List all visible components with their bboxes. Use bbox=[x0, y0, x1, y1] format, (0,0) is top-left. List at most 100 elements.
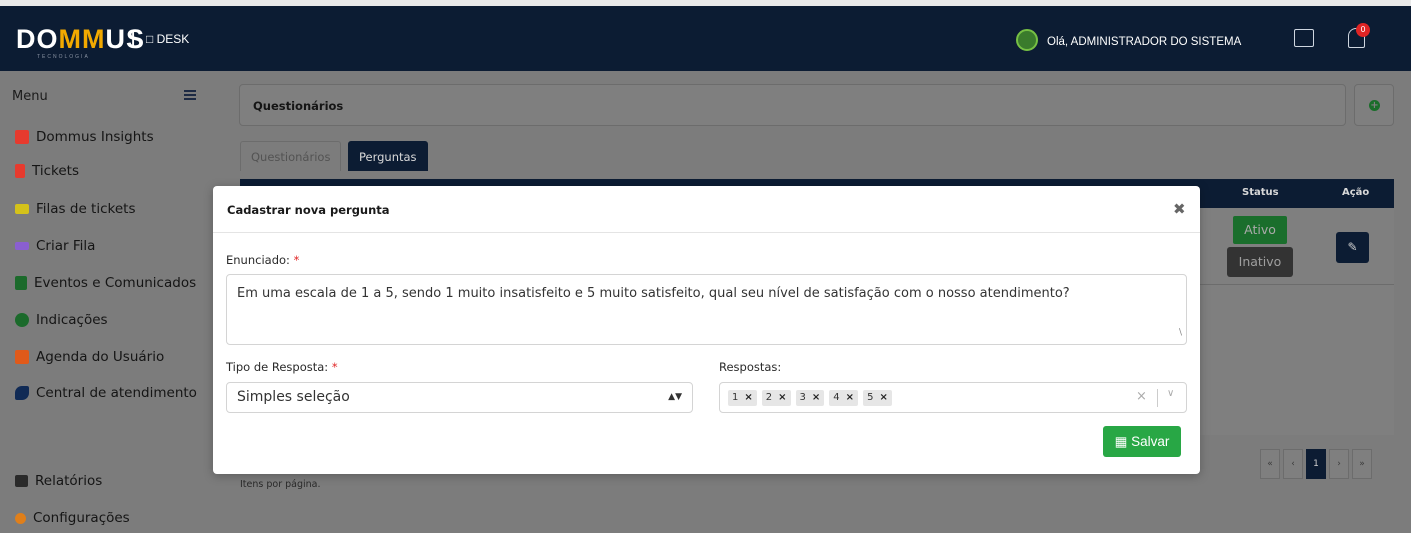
required-marker: * bbox=[293, 253, 300, 267]
sidebar-item-central-de-atendimento[interactable]: Central de atendimento bbox=[15, 385, 197, 401]
remove-icon[interactable]: × bbox=[744, 390, 752, 406]
grid-icon bbox=[15, 475, 28, 487]
close-icon[interactable]: ✖ bbox=[1173, 200, 1186, 218]
save-button-label: Salvar bbox=[1131, 434, 1170, 449]
clear-icon[interactable]: × bbox=[1136, 389, 1147, 404]
select-divider bbox=[1157, 389, 1158, 407]
save-icon: ▦ bbox=[1114, 434, 1128, 449]
brand-logo-subtitle: TECNOLOGIA bbox=[37, 54, 90, 60]
ticket-icon bbox=[15, 164, 25, 178]
user-greeting[interactable]: Olá, ADMINISTRADOR DO SISTEMA bbox=[1047, 36, 1241, 48]
sidebar-item-label: Dommus Insights bbox=[36, 129, 154, 145]
dashboard-icon bbox=[15, 130, 29, 144]
resize-handle-icon[interactable]: ∖ bbox=[1177, 324, 1183, 342]
sidebar-menu-title: Menu bbox=[12, 89, 48, 104]
user-plus-icon bbox=[15, 313, 29, 327]
statement-label: Enunciado: * bbox=[226, 253, 299, 267]
modal-header: Cadastrar nova pergunta ✖ bbox=[213, 186, 1200, 233]
sidebar-item-agenda-do-usuario[interactable]: Agenda do Usuário bbox=[15, 349, 164, 365]
app-name: □ DESK bbox=[146, 32, 190, 46]
page-header-card: Questionários bbox=[239, 84, 1346, 126]
remove-icon[interactable]: × bbox=[846, 390, 854, 406]
answers-multiselect[interactable]: 1 × 2 × 3 × 4 × 5 × × ∨ bbox=[719, 382, 1187, 413]
answer-chip: 3 × bbox=[795, 390, 825, 406]
pagination: « ‹ 1 › » bbox=[1260, 449, 1372, 479]
calendar-icon bbox=[15, 276, 27, 290]
sidebar-item-label: Agenda do Usuário bbox=[36, 349, 165, 365]
response-type-label: Tipo de Resposta: * bbox=[226, 360, 338, 374]
sort-arrows-icon: ▲▼ bbox=[668, 392, 682, 402]
sidebar-item-label: Central de atendimento bbox=[36, 385, 197, 401]
answer-chip-label: 5 bbox=[867, 392, 874, 403]
list-icon bbox=[15, 204, 29, 214]
tab-perguntas[interactable]: Perguntas bbox=[348, 141, 428, 171]
statement-value: Em uma escala de 1 a 5, sendo 1 muito in… bbox=[237, 286, 1070, 301]
response-type-select[interactable]: Simples seleção ▲▼ bbox=[226, 382, 693, 413]
calendar-icon[interactable] bbox=[1294, 29, 1314, 47]
agenda-icon bbox=[15, 350, 29, 364]
response-type-label-text: Tipo de Resposta: bbox=[226, 360, 329, 374]
phone-icon bbox=[15, 386, 29, 400]
notification-badge: 0 bbox=[1356, 23, 1370, 37]
sidebar-item-configuracoes[interactable]: Configurações bbox=[15, 510, 130, 526]
answer-chip: 2 × bbox=[761, 390, 791, 406]
sidebar-item-dommus-insights[interactable]: Dommus Insights bbox=[15, 129, 154, 145]
pagination-first[interactable]: « bbox=[1260, 449, 1280, 479]
sidebar-item-label: Eventos e Comunicados bbox=[34, 275, 197, 291]
sidebar-item-label: Configurações bbox=[33, 510, 130, 526]
pagination-next[interactable]: › bbox=[1329, 449, 1349, 479]
sidebar-item-label: Indicações bbox=[36, 312, 108, 328]
new-question-modal: Cadastrar nova pergunta ✖ Enunciado: * E… bbox=[213, 186, 1200, 474]
answers-label: Respostas: bbox=[719, 360, 782, 374]
pagination-page[interactable]: 1 bbox=[1306, 449, 1326, 479]
items-per-page-label: Itens por página. bbox=[240, 479, 321, 490]
page-title: Questionários bbox=[253, 99, 344, 113]
response-type-value: Simples seleção bbox=[237, 389, 350, 405]
pencil-icon: ✎ bbox=[1347, 240, 1358, 254]
chevron-down-icon[interactable]: ∨ bbox=[1167, 388, 1174, 399]
remove-icon[interactable]: × bbox=[879, 390, 887, 406]
statement-textarea[interactable]: Em uma escala de 1 a 5, sendo 1 muito in… bbox=[226, 274, 1187, 345]
add-button[interactable]: + bbox=[1354, 84, 1394, 126]
column-header-status: Status bbox=[1242, 187, 1279, 198]
top-bar: DOMMUS TECNOLOGIA | □ DESK Olá, ADMINIST… bbox=[0, 0, 1411, 71]
sidebar-item-label: Tickets bbox=[32, 163, 79, 179]
gear-icon bbox=[15, 512, 26, 524]
sidebar-item-relatorios[interactable]: Relatórios bbox=[15, 473, 102, 489]
brand-logo[interactable]: DOMMUS bbox=[16, 24, 145, 55]
status-inactive-button[interactable]: Inativo bbox=[1227, 247, 1293, 277]
hamburger-icon[interactable] bbox=[184, 90, 196, 92]
save-button[interactable]: ▦ Salvar bbox=[1103, 426, 1181, 457]
sidebar-item-eventos-e-comunicados[interactable]: Eventos e Comunicados bbox=[15, 275, 196, 291]
answer-chip-label: 1 bbox=[732, 392, 739, 403]
add-list-icon bbox=[15, 242, 29, 250]
sidebar-item-label: Criar Fila bbox=[36, 238, 96, 254]
statement-label-text: Enunciado: bbox=[226, 253, 290, 267]
sidebar-item-tickets[interactable]: Tickets bbox=[15, 163, 79, 179]
sidebar-item-indicacoes[interactable]: Indicações bbox=[15, 312, 108, 328]
answer-chip: 5 × bbox=[863, 390, 892, 406]
status-active-button[interactable]: Ativo bbox=[1233, 216, 1287, 244]
plus-icon: + bbox=[1369, 100, 1380, 111]
answer-chip: 1 × bbox=[728, 390, 757, 406]
tab-questionarios[interactable]: Questionários bbox=[240, 141, 342, 171]
sidebar-item-label: Filas de tickets bbox=[36, 201, 136, 217]
answer-chip-label: 2 bbox=[765, 392, 773, 403]
modal-title: Cadastrar nova pergunta bbox=[227, 203, 390, 217]
remove-icon[interactable]: × bbox=[778, 390, 786, 406]
sidebar-item-filas-de-tickets[interactable]: Filas de tickets bbox=[15, 201, 135, 217]
pagination-prev[interactable]: ‹ bbox=[1283, 449, 1303, 479]
answer-chip-label: 4 bbox=[833, 392, 840, 403]
sidebar-item-criar-fila[interactable]: Criar Fila bbox=[15, 238, 95, 254]
remove-icon[interactable]: × bbox=[812, 390, 820, 406]
answer-chip-label: 3 bbox=[799, 392, 806, 403]
answers-chips: 1 × 2 × 3 × 4 × 5 × bbox=[728, 390, 892, 406]
pagination-last[interactable]: » bbox=[1352, 449, 1372, 479]
answer-chip: 4 × bbox=[829, 390, 859, 406]
edit-button[interactable]: ✎ bbox=[1336, 232, 1369, 263]
app-name-label: DESK bbox=[156, 32, 190, 46]
column-header-action: Ação bbox=[1342, 187, 1370, 198]
required-marker: * bbox=[331, 360, 338, 374]
sidebar: Menu Dommus Insights Tickets Filas de ti… bbox=[0, 71, 211, 533]
user-avatar-icon[interactable] bbox=[1016, 29, 1038, 51]
